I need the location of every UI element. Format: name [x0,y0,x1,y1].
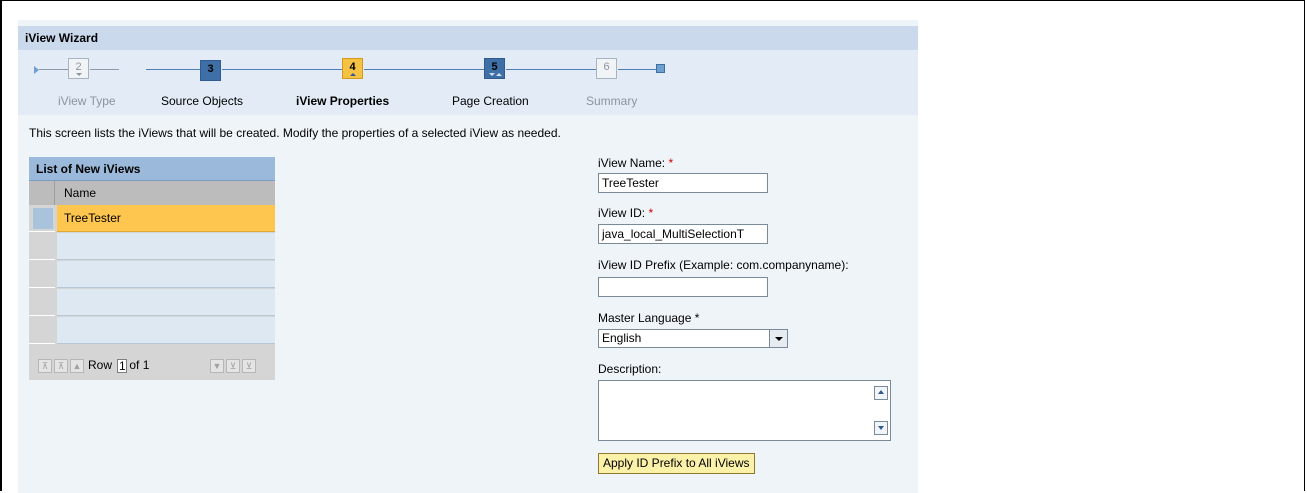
previous-row-icon[interactable]: ▲ [70,359,84,373]
step-collapse-icon [350,73,356,76]
step-number: 3 [207,63,214,75]
table-cell-name[interactable] [57,317,275,344]
iview-id-prefix-field[interactable] [598,277,768,297]
row-number-input[interactable]: 1 [117,358,128,373]
row-of-label: of 1 [129,358,150,372]
table-cell-name[interactable] [57,261,275,288]
first-page-icon[interactable]: ⊼ [38,359,52,373]
roadmap-start-icon [34,66,39,74]
step-label-iview-type[interactable]: iView Type [58,94,116,108]
iview-id-field[interactable]: java_local_MultiSelectionT [598,224,768,244]
roadmap-end-icon [656,64,665,73]
row-selector[interactable] [29,233,55,260]
table-row[interactable] [29,233,275,260]
step-4-iview-properties[interactable]: 4 [342,58,363,79]
scroll-up-icon[interactable] [874,386,888,400]
scroll-down-icon[interactable] [874,421,888,435]
chevron-down-icon [775,337,783,341]
step-collapse-icon [496,73,502,76]
step-label-source-objects[interactable]: Source Objects [161,94,243,108]
row-selector[interactable] [29,317,55,344]
previous-page-icon[interactable]: ⊼ [54,359,68,373]
column-header-name[interactable]: Name [64,181,96,205]
step-2-iview-type[interactable]: 2 [68,58,89,79]
row-selector[interactable] [29,289,55,316]
master-language-value: English [602,331,642,345]
step-3-source-objects[interactable]: 3 [200,60,221,81]
description-textarea[interactable] [598,380,891,441]
step-expand-icon [489,73,495,76]
last-page-icon[interactable]: ⊻ [242,359,256,373]
step-label-page-creation[interactable]: Page Creation [452,94,529,108]
iview-id-prefix-label: iView ID Prefix (Example: com.companynam… [598,258,849,272]
step-expand-icon [76,73,82,76]
iview-id-label: iView ID: * [598,206,654,220]
step-6-summary[interactable]: 6 [596,58,617,79]
next-page-icon[interactable]: ⊻ [226,359,240,373]
step-number: 6 [603,61,610,73]
row-indicator: Row 1 of 1 [88,358,149,373]
apply-id-prefix-button[interactable]: Apply ID Prefix to All iViews [598,453,755,474]
table-cell-name[interactable] [57,289,275,316]
next-row-icon[interactable]: ▼ [210,359,224,373]
required-marker: * [648,206,654,220]
roadmap: 2 3 4 5 6 iView Type Source Objects iVie… [18,50,918,115]
wizard-title: iView Wizard [18,26,918,50]
new-iviews-table: List of New iViews Name TreeTester ⊼ ⊼ ▲… [29,157,275,380]
table-row[interactable] [29,261,275,288]
row-label: Row [88,358,113,372]
table-row[interactable] [29,317,275,344]
dropdown-button[interactable] [769,330,787,347]
intro-text: This screen lists the iViews that will b… [29,126,561,140]
table-cell-name[interactable] [57,233,275,260]
master-language-label: Master Language * [598,311,700,325]
step-5-page-creation[interactable]: 5 [484,58,505,79]
table-title: List of New iViews [29,157,275,181]
table-cell-name[interactable]: TreeTester [57,205,275,232]
table-header: Name [29,181,275,205]
iview-name-label: iView Name: * [598,156,674,170]
select-all-cell[interactable] [29,181,55,205]
step-label-iview-properties[interactable]: iView Properties [296,94,389,108]
step-number: 2 [75,61,82,73]
required-marker: * [668,156,674,170]
row-selector[interactable] [29,261,55,288]
step-label-summary[interactable]: Summary [586,94,637,108]
step-number: 5 [491,61,498,73]
table-row[interactable] [29,289,275,316]
row-selector[interactable] [29,205,55,232]
master-language-select[interactable]: English [598,329,788,348]
description-label: Description: [598,362,662,376]
table-row[interactable]: TreeTester [29,205,275,232]
step-number: 4 [349,61,356,73]
iview-name-field[interactable]: TreeTester [598,173,768,193]
table-pager: ⊼ ⊼ ▲ Row 1 of 1 ▼ ⊻ ⊻ [29,347,275,380]
